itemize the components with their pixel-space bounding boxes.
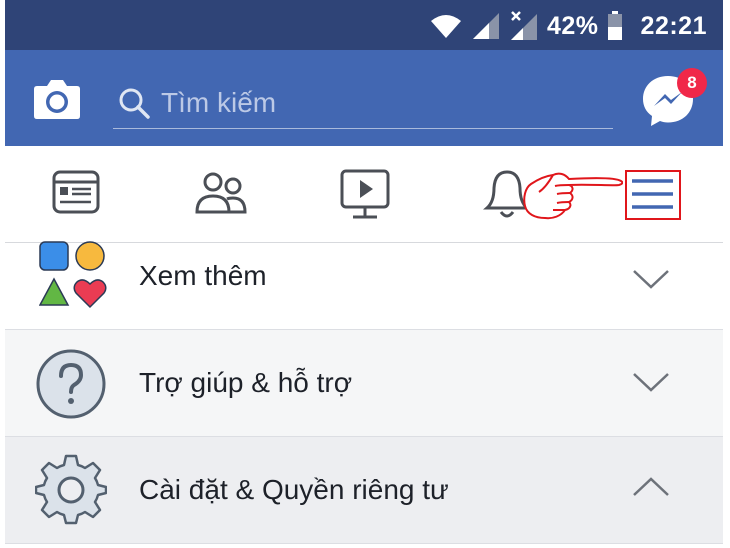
help-question-icon: [36, 349, 106, 419]
tab-bar: [5, 146, 723, 243]
search-placeholder: Tìm kiếm: [161, 87, 277, 118]
status-icons: 42% 22:21: [429, 6, 707, 46]
menu-hamburger-icon[interactable]: [627, 172, 678, 217]
menu-item-settings-privacy[interactable]: Cài đặt & Quyền riêng tư: [5, 437, 723, 544]
signal-icon: [473, 13, 499, 39]
watch-icon[interactable]: [335, 166, 395, 222]
messenger-badge: 8: [677, 68, 707, 98]
menu-item-label: Cài đặt & Quyền riêng tư: [139, 474, 449, 505]
menu-item-label: Xem thêm: [139, 260, 267, 291]
news-feed-icon[interactable]: [49, 166, 105, 222]
menu-item-see-more[interactable]: Xem thêm: [5, 241, 723, 330]
wifi-icon: [431, 15, 461, 38]
pointing-hand-icon: [523, 172, 623, 220]
clock-time: 22:21: [640, 11, 707, 40]
see-more-shapes-icon: [39, 241, 107, 309]
battery-icon: [607, 11, 622, 40]
search-icon: [119, 88, 150, 119]
app-header: Tìm kiếm 8: [5, 50, 723, 146]
camera-icon[interactable]: [33, 76, 81, 120]
menu-list: Xem thêm Trợ giúp & hỗ trợ Cài đặt & Quy…: [5, 241, 723, 544]
menu-item-help-support[interactable]: Trợ giúp & hỗ trợ: [5, 330, 723, 437]
chevron-down-icon[interactable]: [631, 370, 671, 394]
menu-item-label: Trợ giúp & hỗ trợ: [139, 367, 353, 398]
signal-x-icon: [511, 11, 537, 40]
status-bar: 42% 22:21: [5, 0, 723, 50]
friends-icon[interactable]: [191, 166, 251, 222]
search-bar[interactable]: Tìm kiếm: [113, 78, 613, 129]
menu-highlight-box[interactable]: [625, 170, 681, 220]
chevron-up-icon[interactable]: [631, 475, 671, 499]
settings-gear-icon: [35, 454, 107, 525]
battery-percent: 42%: [547, 11, 599, 40]
chevron-down-icon[interactable]: [631, 267, 671, 291]
